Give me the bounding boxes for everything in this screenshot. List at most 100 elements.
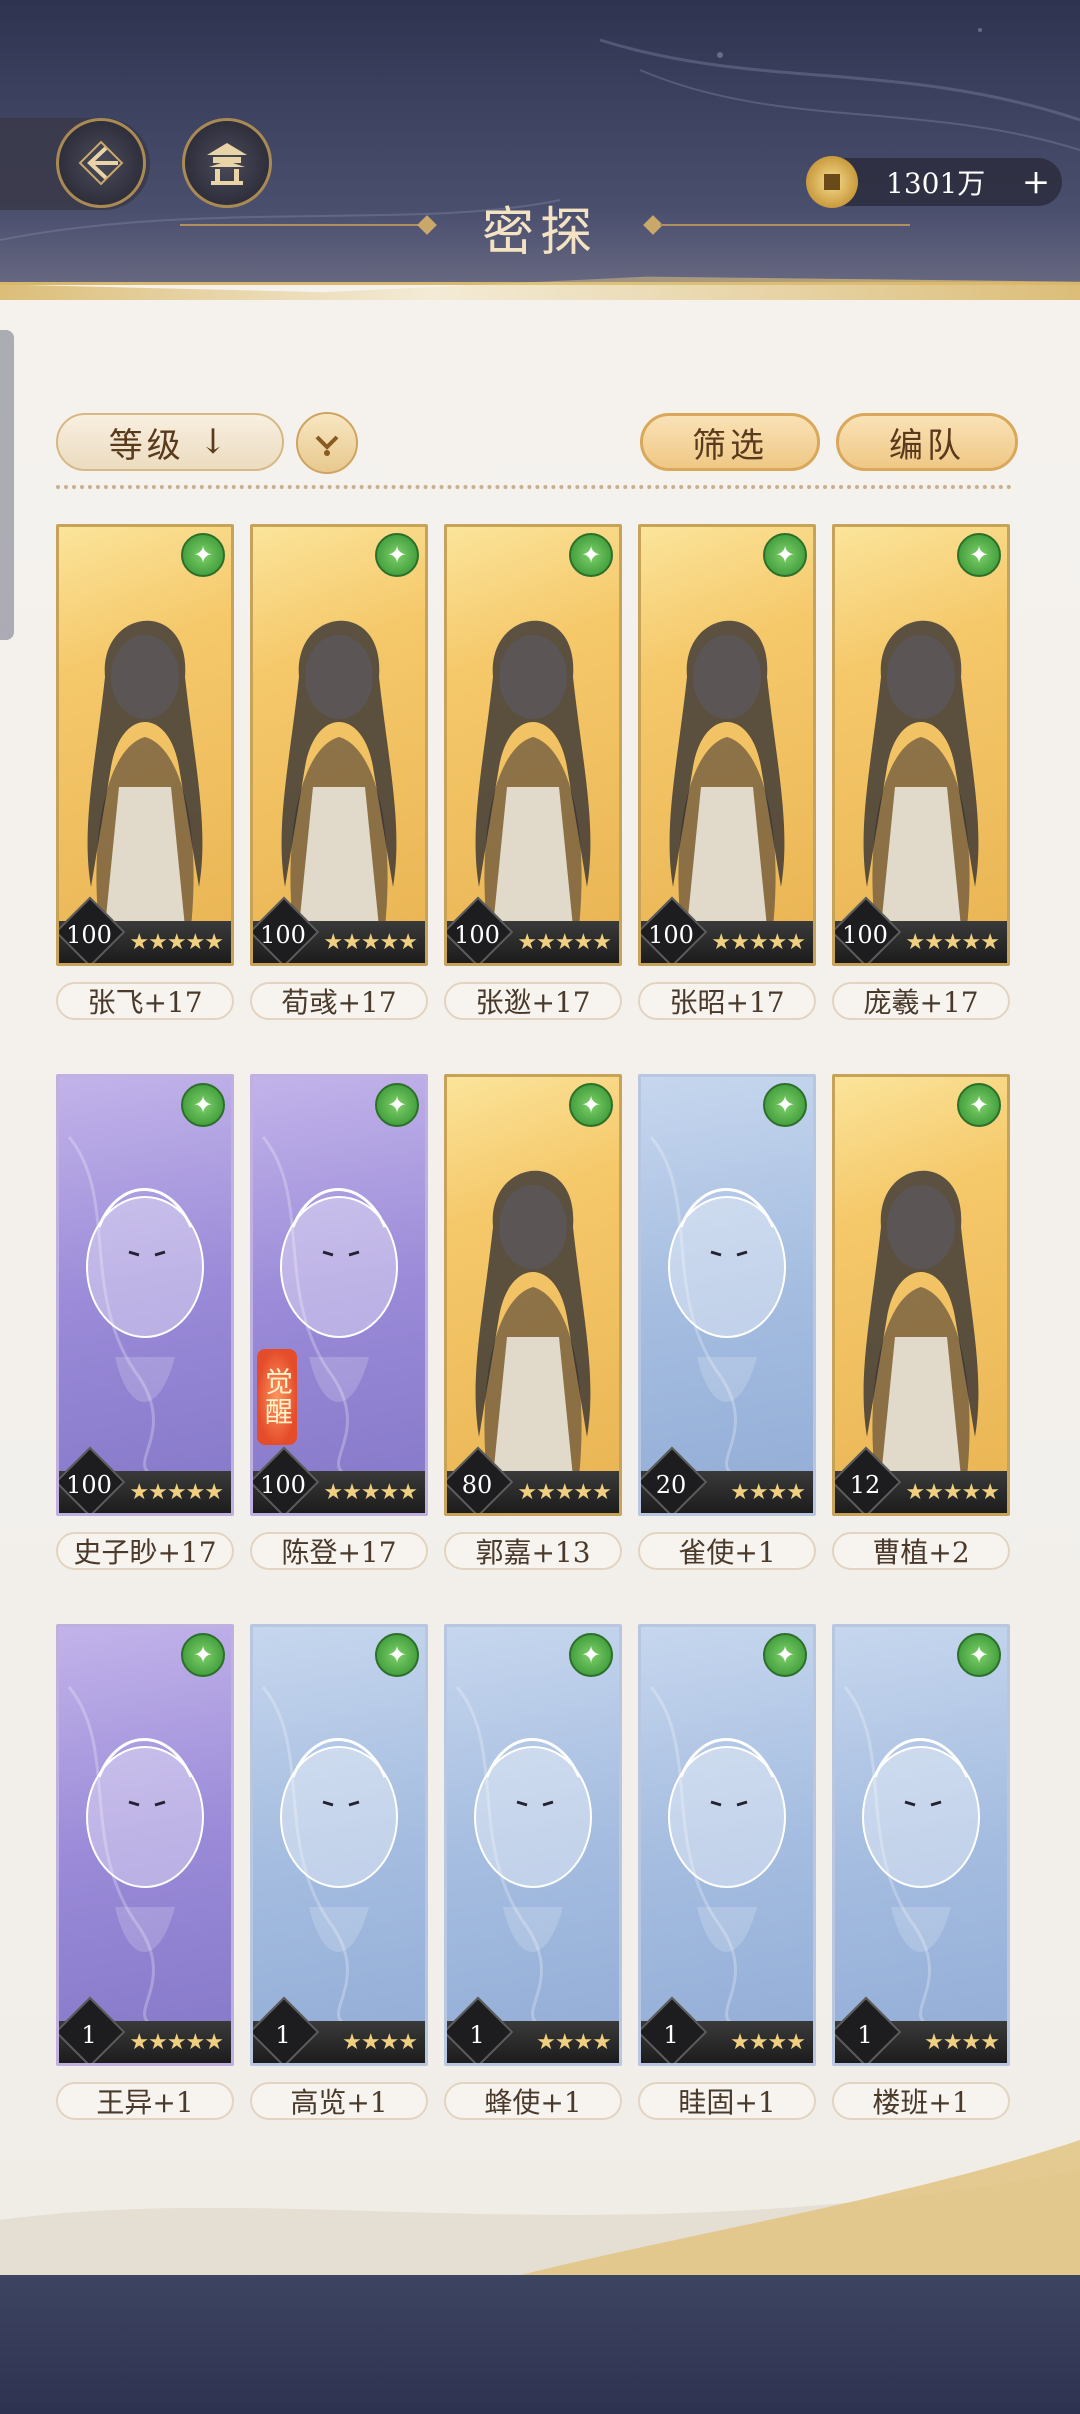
agent-portrait	[863, 620, 979, 927]
agent-card[interactable]: ✦ 1 ★★★★★	[56, 1624, 234, 2066]
bottom-band	[0, 2275, 1080, 2414]
level-value: 100	[66, 921, 112, 949]
sort-level-button[interactable]: 等级 ↓	[56, 413, 284, 471]
agent-portrait	[455, 1686, 592, 2027]
star-rating: ★★★★★	[517, 930, 612, 955]
level-value: 100	[648, 921, 694, 949]
agent-portrait	[87, 620, 203, 927]
star-rating: ★★★★	[730, 1480, 806, 1505]
level-value: 100	[260, 921, 306, 949]
agent-name-label: 雀使+1	[638, 1532, 816, 1570]
team-button[interactable]: 编队	[836, 413, 1018, 471]
agent-name-label: 陈登+17	[250, 1532, 428, 1570]
sort-direction-icon: ↓	[198, 422, 232, 462]
agent-card[interactable]: ✦ 80 ★★★★★	[444, 1074, 622, 1516]
star-rating: ★★★★	[924, 2030, 1000, 2055]
skill-badge-icon: ✦	[569, 1083, 613, 1127]
agent-card[interactable]: ✦ 1 ★★★★	[638, 1624, 816, 2066]
agent-name-label: 楼班+1	[832, 2082, 1010, 2120]
agent-name-label: 眭固+1	[638, 2082, 816, 2120]
level-value: 100	[454, 921, 500, 949]
agent-name-label: 荀彧+17	[250, 982, 428, 1020]
star-rating: ★★★★★	[129, 1480, 224, 1505]
agent-name-label: 高览+1	[250, 2082, 428, 2120]
agent-name-label: 曹植+2	[832, 1532, 1010, 1570]
star-rating: ★★★★	[342, 2030, 418, 2055]
skill-badge-icon: ✦	[763, 1083, 807, 1127]
bottom-wave-decoration	[0, 2140, 1080, 2280]
star-rating: ★★★★★	[905, 930, 1000, 955]
skill-badge-icon: ✦	[181, 1633, 225, 1677]
toolbar-divider	[56, 485, 1012, 489]
skill-badge-icon: ✦	[569, 533, 613, 577]
agent-name-label: 张飞+17	[56, 982, 234, 1020]
pavilion-icon	[207, 143, 247, 185]
agent-card[interactable]: ✦ 100 ★★★★★	[56, 524, 234, 966]
agent-portrait	[281, 620, 397, 927]
page-title: 密探	[481, 203, 598, 263]
skill-badge-icon: ✦	[957, 1083, 1001, 1127]
agent-card[interactable]: ✦ 100 ★★★★★	[832, 524, 1010, 966]
level-value: 1	[663, 2021, 679, 2049]
level-value: 100	[66, 1471, 112, 1499]
back-arrow-icon	[78, 140, 124, 186]
sort-order-toggle[interactable]	[296, 412, 358, 474]
agent-name-label: 张逖+17	[444, 982, 622, 1020]
agent-card[interactable]: ✦ 100 ★★★★★	[638, 524, 816, 966]
skill-badge-icon: ✦	[569, 1633, 613, 1677]
agent-name-label: 庞羲+17	[832, 982, 1010, 1020]
star-rating: ★★★★★	[323, 1480, 418, 1505]
level-value: 80	[461, 1471, 493, 1499]
star-rating: ★★★★★	[711, 930, 806, 955]
agent-card[interactable]: ✦ 12 ★★★★★	[832, 1074, 1010, 1516]
level-value: 100	[842, 921, 888, 949]
skill-badge-icon: ✦	[181, 533, 225, 577]
agent-portrait	[261, 1686, 398, 2027]
level-value: 12	[849, 1471, 881, 1499]
sort-label: 等级	[108, 425, 185, 466]
star-rating: ★★★★★	[129, 930, 224, 955]
agent-portrait	[475, 1170, 591, 1477]
agent-card[interactable]: ✦ 1 ★★★★	[832, 1624, 1010, 2066]
skill-badge-icon: ✦	[763, 533, 807, 577]
skill-badge-icon: ✦	[375, 533, 419, 577]
agent-portrait	[649, 1136, 786, 1477]
agent-card[interactable]: ✦ 100 ★★★★★	[56, 1074, 234, 1516]
agent-portrait	[67, 1136, 204, 1477]
agent-portrait	[863, 1170, 979, 1477]
agent-portrait	[475, 620, 591, 927]
star-rating: ★★★★★	[905, 1480, 1000, 1505]
agent-card[interactable]: ✦ 1 ★★★★	[250, 1624, 428, 2066]
agent-card[interactable]: ✦ 觉醒 100 ★★★★★	[250, 1074, 428, 1516]
skill-badge-icon: ✦	[375, 1083, 419, 1127]
agent-card[interactable]: ✦ 1 ★★★★	[444, 1624, 622, 2066]
skill-badge-icon: ✦	[957, 533, 1001, 577]
agent-name-label: 张昭+17	[638, 982, 816, 1020]
agent-card[interactable]: ✦ 20 ★★★★	[638, 1074, 816, 1516]
level-value: 20	[655, 1471, 687, 1499]
agent-name-label: 王异+1	[56, 2082, 234, 2120]
agent-card[interactable]: ✦ 100 ★★★★★	[250, 524, 428, 966]
star-rating: ★★★★★	[129, 2030, 224, 2055]
agent-card[interactable]: ✦ 100 ★★★★★	[444, 524, 622, 966]
star-rating: ★★★★★	[517, 1480, 612, 1505]
filter-button[interactable]: 筛选	[640, 413, 820, 471]
star-rating: ★★★★	[730, 2030, 806, 2055]
star-rating: ★★★★★	[323, 930, 418, 955]
side-drawer-handle[interactable]	[0, 330, 14, 640]
level-value: 1	[81, 2021, 97, 2049]
agent-name-label: 史子眇+17	[56, 1532, 234, 1570]
skill-badge-icon: ✦	[763, 1633, 807, 1677]
agent-portrait	[843, 1686, 980, 2027]
level-value: 1	[469, 2021, 485, 2049]
level-value: 1	[275, 2021, 291, 2049]
level-value: 1	[857, 2021, 873, 2049]
skill-badge-icon: ✦	[375, 1633, 419, 1677]
agent-portrait	[669, 620, 785, 927]
skill-badge-icon: ✦	[957, 1633, 1001, 1677]
skill-badge-icon: ✦	[181, 1083, 225, 1127]
chevron-down-icon	[315, 435, 339, 456]
agent-name-label: 蜂使+1	[444, 2082, 622, 2120]
agent-portrait	[67, 1686, 204, 2027]
agent-name-label: 郭嘉+13	[444, 1532, 622, 1570]
